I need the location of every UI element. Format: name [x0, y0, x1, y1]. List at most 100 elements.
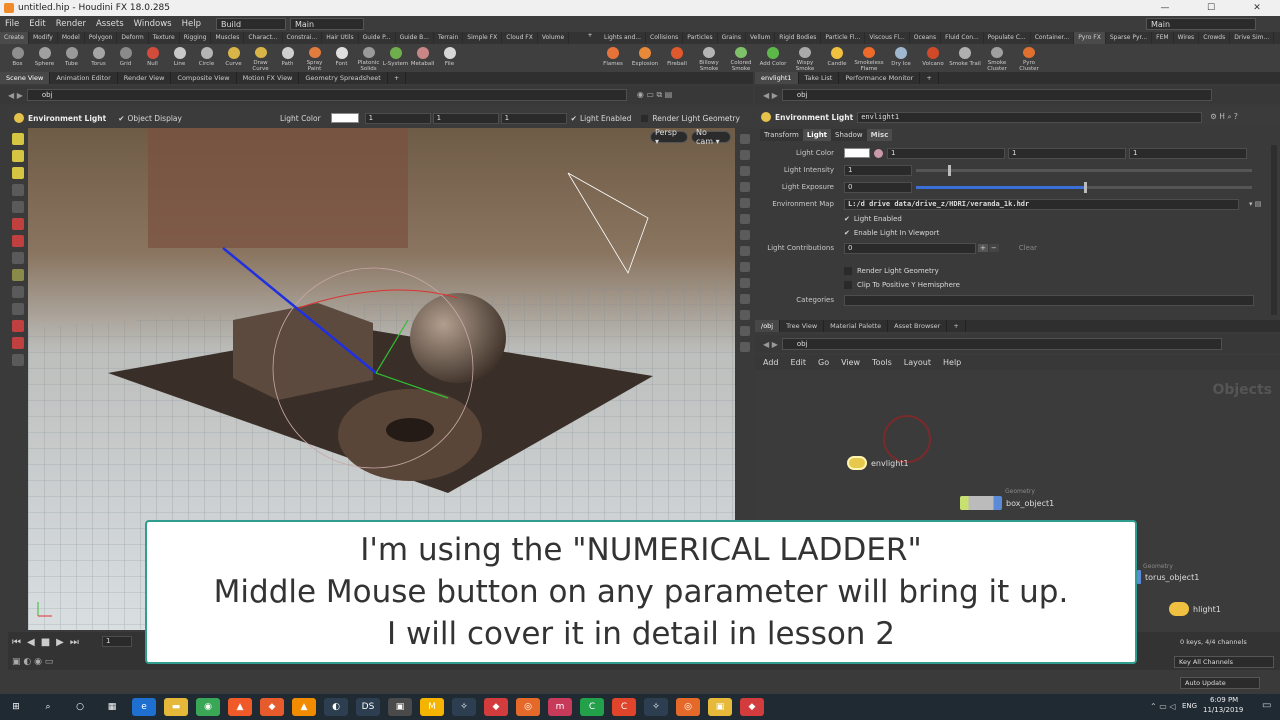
file-chooser-icon[interactable]: ▾ ▤ [1249, 200, 1261, 208]
pin-icon[interactable]: ◉ ▭ ⧉ ▤ [637, 90, 672, 100]
add-tab-icon[interactable]: + [388, 72, 407, 84]
param-light-color-b[interactable]: 1 [1129, 147, 1247, 159]
select-tool-icon[interactable] [12, 133, 24, 145]
points-icon[interactable] [740, 278, 750, 288]
node-hlight1[interactable]: hlight1 [1169, 602, 1221, 616]
taskbar-app-icon[interactable]: e [132, 698, 156, 716]
taskbar-app-icon[interactable]: ✧ [452, 698, 476, 716]
add-contrib-button[interactable]: + [978, 244, 988, 252]
handle-tool-icon[interactable] [12, 167, 24, 179]
pane-tab[interactable]: Render View [118, 72, 172, 84]
pane-tab[interactable]: Animation Editor [50, 72, 118, 84]
shelf-tool-button[interactable]: Flames [597, 44, 629, 72]
shelf-tab[interactable]: Viscous Fl... [865, 32, 910, 44]
shelf-tab[interactable]: Wires [1174, 32, 1200, 44]
shelf-tool-button[interactable]: Tube [58, 44, 85, 72]
lock-camera-icon[interactable] [740, 166, 750, 176]
normals-icon[interactable] [740, 262, 750, 272]
shelf-tool-button[interactable]: File [436, 44, 463, 72]
node-box-object1[interactable]: box_object1 [960, 496, 1054, 510]
shelf-tab[interactable]: Lights and... [600, 32, 647, 44]
auto-update-button[interactable]: Auto Update [1180, 677, 1260, 689]
shelf-tool-button[interactable]: Smoke Trail [949, 44, 981, 72]
shelf-tool-button[interactable]: L-System [382, 44, 409, 72]
menu-help[interactable]: Help [177, 19, 206, 29]
shelf-tab[interactable]: Create [0, 32, 29, 44]
menu-assets[interactable]: Assets [91, 19, 129, 29]
render-light-geo-checkbox[interactable] [641, 114, 649, 122]
camera-menu[interactable]: No cam ▾ [691, 128, 731, 146]
taskbar-app-icon[interactable]: ◐ [324, 698, 348, 716]
shelf-tab[interactable]: Collisions [646, 32, 684, 44]
node-name-field[interactable]: envlight1 [857, 111, 1203, 123]
shelf-tab[interactable]: Crowds [1199, 32, 1231, 44]
background-icon[interactable] [740, 230, 750, 240]
network-menu-item[interactable]: View [841, 358, 860, 367]
param-enable-viewport-checkbox[interactable]: ✔ [844, 229, 850, 237]
magnet-icon[interactable] [12, 337, 24, 349]
network-menu-item[interactable]: Layout [904, 358, 931, 367]
shelf-tool-button[interactable]: Platonic Solids [355, 44, 382, 72]
visualizer-icon[interactable] [740, 326, 750, 336]
clock-date[interactable]: 11/13/2019 [1203, 706, 1243, 714]
shelf-tab[interactable]: Rigging [180, 32, 212, 44]
shelf-tab[interactable]: Pyro FX [1074, 32, 1106, 44]
menu-render[interactable]: Render [51, 19, 91, 29]
shelf-tool-button[interactable]: Colored Smoke [725, 44, 757, 72]
display-options-icon[interactable] [740, 134, 750, 144]
shelf-tool-button[interactable]: Font [328, 44, 355, 72]
shelf-tab[interactable]: Terrain [434, 32, 464, 44]
light-intensity-slider[interactable] [916, 164, 1252, 176]
notification-icon[interactable]: ▭ [1262, 700, 1271, 711]
current-frame-field[interactable]: 1 [102, 636, 132, 647]
shelf-tool-button[interactable]: Billowy Smoke [693, 44, 725, 72]
node-envlight1[interactable]: envlight1 [847, 456, 909, 470]
taskbar-app-icon[interactable]: ⊞ [4, 698, 28, 716]
shelf-tab[interactable]: Modify [29, 32, 58, 44]
pane-tab[interactable]: Composite View [171, 72, 237, 84]
shelf-tool-button[interactable]: Dry Ice [885, 44, 917, 72]
shelf-tab[interactable]: Vellum [746, 32, 776, 44]
right-main-select[interactable]: Main [1146, 18, 1256, 30]
point-snap-icon[interactable] [12, 252, 24, 264]
shelf-tool-button[interactable]: Candle [821, 44, 853, 72]
taskbar-app-icon[interactable]: ◉ [196, 698, 220, 716]
shelf-tool-button[interactable]: Path [274, 44, 301, 72]
network-menu-item[interactable]: Tools [872, 358, 892, 367]
shelf-tab[interactable]: FEM [1152, 32, 1174, 44]
object-display-checkbox[interactable]: ✔ [118, 114, 124, 123]
shelf-tool-button[interactable]: Smokeless Flame [853, 44, 885, 72]
shelf-tool-button[interactable]: Circle [193, 44, 220, 72]
tab-misc[interactable]: Misc [866, 129, 893, 141]
maximize-button[interactable]: ☐ [1188, 0, 1234, 16]
pane-tab[interactable]: /obj [755, 320, 781, 332]
taskbar-app-icon[interactable]: ◆ [740, 698, 764, 716]
tab-transform[interactable]: Transform [760, 129, 803, 141]
params-gear-icon[interactable]: ⚙ H ⌕ ? [1210, 112, 1238, 122]
light-exposure-handle[interactable] [1084, 181, 1087, 193]
shelf-tool-button[interactable]: Explosion [629, 44, 661, 72]
network-menu-item[interactable]: Add [763, 358, 779, 367]
light-tool-icon[interactable] [12, 320, 24, 332]
shelf-tab[interactable]: Container... [1031, 32, 1075, 44]
param-light-enabled-checkbox[interactable]: ✔ [844, 215, 850, 223]
taskbar-app-icon[interactable]: ◆ [484, 698, 508, 716]
shelf-tab[interactable]: Sparse Pyr... [1106, 32, 1153, 44]
shelf-tool-button[interactable]: Draw Curve [247, 44, 274, 72]
light-enabled-checkbox[interactable]: ✔ [571, 114, 577, 123]
taskbar-app-icon[interactable]: ▲ [292, 698, 316, 716]
network-menu-item[interactable]: Go [818, 358, 829, 367]
shelf-tool-button[interactable]: Line [166, 44, 193, 72]
shelf-tool-button[interactable]: Null [139, 44, 166, 72]
taskbar-app-icon[interactable]: ✧ [644, 698, 668, 716]
params-path-field[interactable]: obj [781, 89, 1212, 101]
shelf-tool-button[interactable]: Curve [220, 44, 247, 72]
taskbar-app-icon[interactable]: ○ [68, 698, 92, 716]
shading-icon[interactable] [740, 198, 750, 208]
light-color-b-field[interactable]: 1 [500, 112, 567, 124]
light-color-g-field[interactable]: 1 [432, 112, 499, 124]
network-path-field[interactable]: obj [781, 338, 1222, 350]
shelf-tool-button[interactable]: Add Color [757, 44, 789, 72]
prims-icon[interactable] [740, 294, 750, 304]
shelf-tab[interactable]: Hair Utils [322, 32, 359, 44]
